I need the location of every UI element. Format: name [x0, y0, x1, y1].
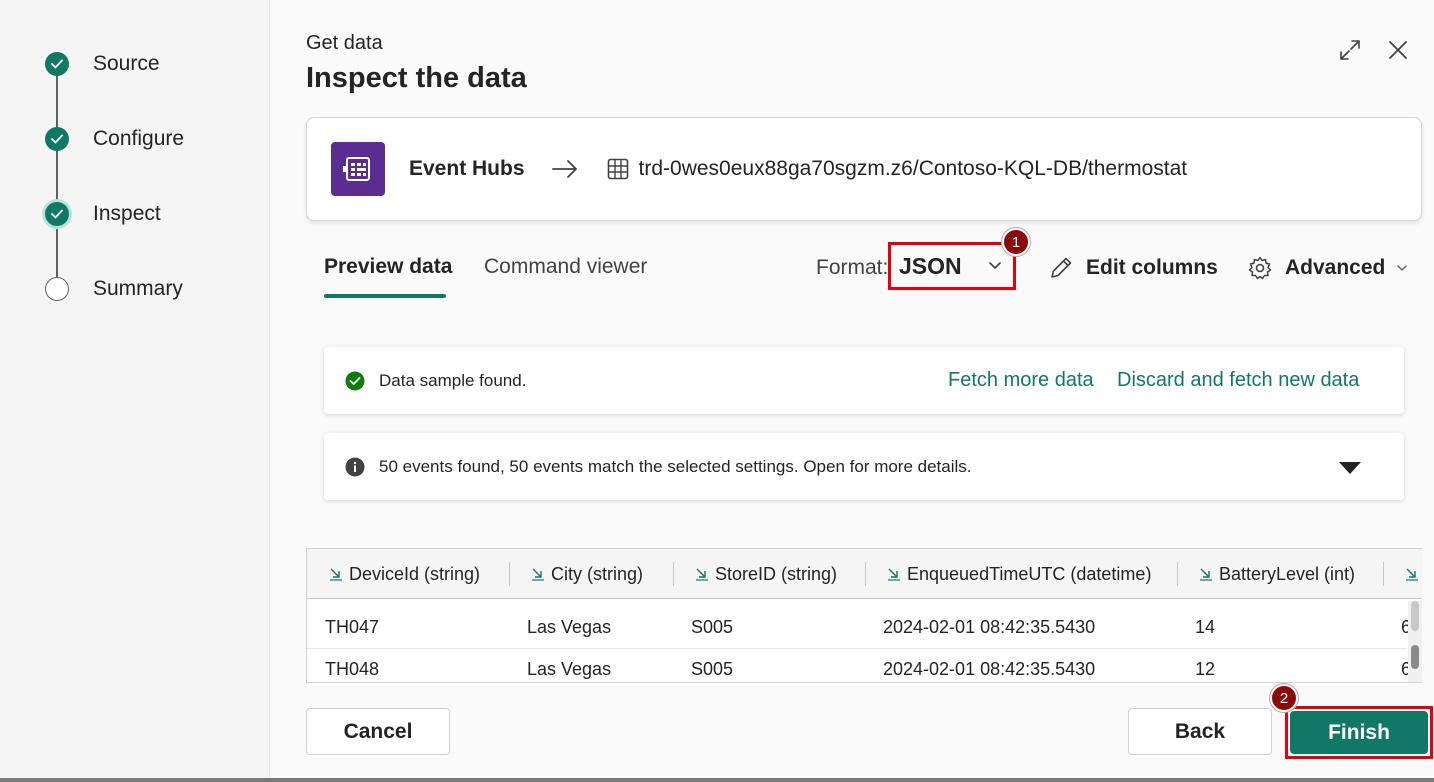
advanced-label: Advanced [1285, 256, 1386, 279]
table-cell: TH048 [325, 659, 380, 679]
step-configure: Configure [45, 124, 184, 154]
column-header-label: BatteryLevel (int) [1219, 563, 1356, 584]
source-name: Event Hubs [409, 157, 525, 180]
check-icon [45, 202, 69, 226]
back-button[interactable]: Back [1128, 708, 1272, 755]
destination-path: trd-0wes0eux88ga70sgzm.z6/Contoso-KQL-DB… [638, 157, 1188, 180]
event-hubs-icon [331, 142, 385, 196]
close-icon[interactable] [1384, 36, 1412, 64]
page-title: Inspect the data [306, 62, 527, 94]
empty-circle-icon [45, 277, 69, 301]
format-label: Format: [816, 256, 889, 279]
step-label: Source [93, 52, 160, 75]
column-divider[interactable] [1177, 562, 1178, 586]
sort-icon [531, 567, 545, 581]
table-cell: 2024-02-01 08:42:35.5430 [883, 617, 1096, 637]
sort-icon [1405, 567, 1419, 581]
sort-icon [887, 567, 901, 581]
format-value: JSON [899, 252, 962, 279]
step-badge-2: 2 [1270, 684, 1298, 712]
arrow-right-icon [551, 159, 579, 179]
step-inspect: Inspect [45, 199, 161, 229]
active-tab-indicator [324, 294, 446, 298]
success-check-icon [345, 371, 365, 391]
table-cell: Las Vegas [527, 617, 612, 637]
get-data-wizard: Source Configure Inspect Summary Get dat… [0, 0, 1434, 778]
discard-and-fetch-link[interactable]: Discard and fetch new data [1117, 369, 1359, 392]
caret-down-icon[interactable] [1338, 461, 1362, 475]
step-summary: Summary [45, 274, 183, 304]
chevron-down-icon [987, 257, 1003, 278]
table-cell: TH047 [325, 617, 380, 637]
source-card: Event Hubs trd-0wes0eux88ga70sgzm.z6/Con… [306, 117, 1422, 221]
grid-header: DeviceId (string) City (string) StoreID … [307, 549, 1422, 599]
pencil-icon [1048, 255, 1074, 281]
column-header[interactable]: City (string) [531, 549, 643, 599]
sort-icon [1199, 567, 1213, 581]
step-label: Inspect [93, 202, 161, 225]
table-cell: 14 [1195, 617, 1216, 637]
step-source: Source [45, 49, 160, 79]
check-icon [45, 52, 69, 76]
table-cell: 2024-02-01 08:42:35.5430 [883, 659, 1096, 679]
column-divider[interactable] [673, 562, 674, 586]
column-header-label: City (string) [551, 563, 644, 584]
info-icon [345, 457, 365, 477]
finish-button[interactable]: Finish [1290, 711, 1428, 754]
column-header-label: DeviceId (string) [349, 563, 481, 584]
column-header[interactable]: EnqueuedTimeUTC (datetime) [887, 549, 1151, 599]
column-header-label: EnqueuedTimeUTC (datetime) [907, 563, 1152, 584]
preview-data-grid: DeviceId (string) City (string) StoreID … [306, 548, 1422, 683]
column-divider[interactable] [509, 562, 510, 586]
column-divider[interactable] [1383, 562, 1384, 586]
events-info-expander[interactable]: 50 events found, 50 events match the sel… [324, 433, 1404, 500]
scrollbar-track-segment [1411, 601, 1419, 631]
gear-icon [1247, 255, 1273, 281]
chevron-down-icon [1395, 261, 1409, 275]
step-label: Configure [93, 127, 185, 150]
format-dropdown[interactable]: JSON [888, 242, 1016, 290]
table-icon [607, 158, 629, 180]
advanced-button[interactable]: Advanced [1247, 252, 1409, 284]
check-icon [45, 127, 69, 151]
table-cell: Las Vegas [527, 659, 612, 679]
column-divider[interactable] [865, 562, 866, 586]
step-badge-1: 1 [1002, 228, 1030, 256]
data-sample-message: Data sample found. Fetch more data Disca… [324, 347, 1404, 414]
table-cell: S005 [691, 617, 734, 637]
column-header-label: StoreID (string) [715, 563, 838, 584]
table-row[interactable]: TH048 Las Vegas S005 2024-02-01 08:42:35… [307, 649, 1411, 682]
step-label: Summary [93, 277, 183, 300]
steps-connector-line [56, 64, 58, 289]
vertical-scrollbar[interactable] [1408, 601, 1422, 682]
column-header[interactable]: StoreID (string) [695, 549, 837, 599]
edit-columns-button[interactable]: Edit columns [1048, 252, 1218, 284]
column-header[interactable]: DeviceId (string) [329, 549, 480, 599]
tab-command-viewer[interactable]: Command viewer [484, 255, 647, 279]
expand-icon[interactable] [1336, 36, 1364, 64]
main-pane: Get data Inspect the data Event Hubs trd… [271, 0, 1434, 778]
wizard-steps-sidebar: Source Configure Inspect Summary [0, 0, 270, 778]
edit-columns-label: Edit columns [1086, 256, 1218, 279]
data-sample-text: Data sample found. [379, 370, 527, 390]
column-header[interactable] [1405, 549, 1422, 599]
sort-icon [695, 567, 709, 581]
fetch-more-data-link[interactable]: Fetch more data [948, 369, 1094, 392]
table-cell: S005 [691, 659, 734, 679]
cancel-button[interactable]: Cancel [306, 708, 450, 755]
events-info-text: 50 events found, 50 events match the sel… [379, 456, 972, 476]
scrollbar-thumb[interactable] [1411, 645, 1419, 669]
table-cell: 12 [1195, 659, 1216, 679]
column-header[interactable]: BatteryLevel (int) [1199, 549, 1355, 599]
table-row[interactable]: TH047 Las Vegas S005 2024-02-01 08:42:35… [307, 607, 1411, 649]
tab-preview-data[interactable]: Preview data [324, 255, 452, 279]
sort-icon [329, 567, 343, 581]
dialog-supertitle: Get data [306, 32, 383, 54]
